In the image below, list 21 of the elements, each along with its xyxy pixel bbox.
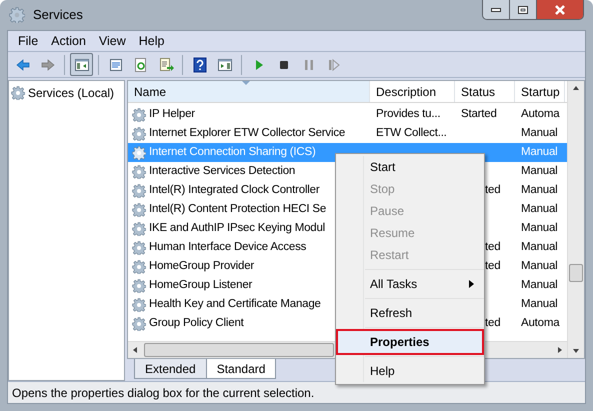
startup-type: Manual <box>521 202 558 215</box>
status-text: Opens the properties dialog box for the current selection. <box>12 384 314 402</box>
service-description: Provides tu... <box>376 108 440 120</box>
startup-type: Automa <box>521 108 560 120</box>
startup-type: Manual <box>521 164 558 177</box>
service-status: Started <box>461 108 497 120</box>
startup-type: Manual <box>521 184 558 196</box>
startup-type: Manual <box>521 240 558 253</box>
startup-type: Automa <box>521 316 560 329</box>
startup-type: Manual <box>521 278 558 291</box>
startup-type: Manual <box>521 146 558 158</box>
startup-type: Manual <box>521 260 558 272</box>
window-title: Services <box>33 6 83 24</box>
service-status: ted <box>485 184 500 196</box>
service-status: ted <box>485 260 500 272</box>
service-description: ETW Collect... <box>376 126 447 139</box>
startup-type: Manual <box>521 126 558 139</box>
startup-type: Manual <box>521 298 558 310</box>
service-status: ted <box>485 240 500 253</box>
startup-type: Manual <box>521 222 558 234</box>
service-status: ted <box>485 316 500 329</box>
